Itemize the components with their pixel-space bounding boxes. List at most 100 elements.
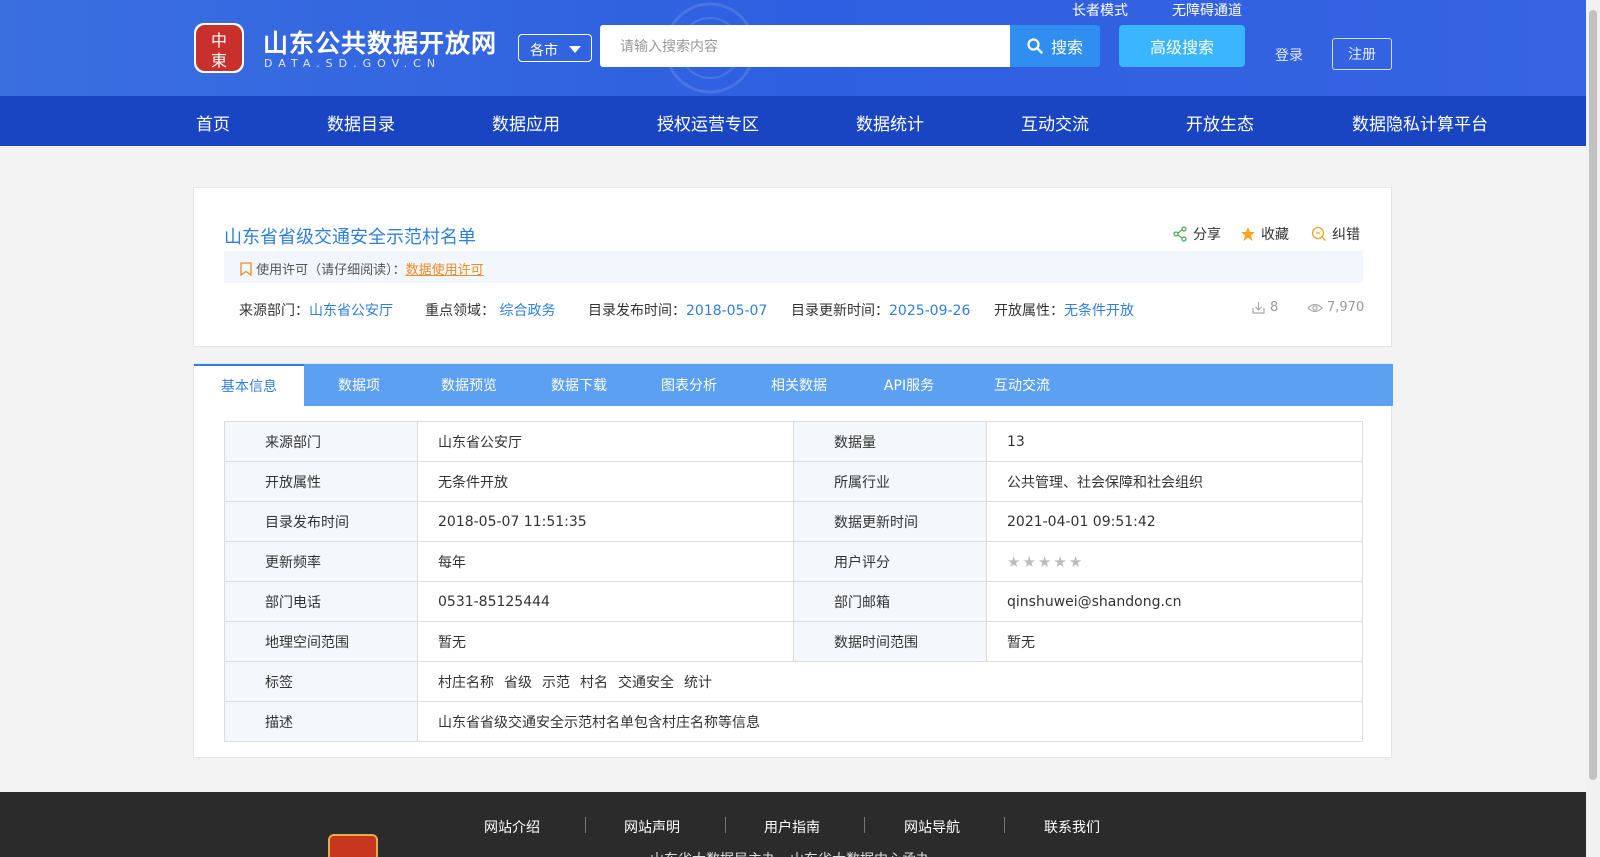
meta-publish-date: 目录发布时间：2018-05-07	[588, 303, 768, 319]
star-icon[interactable]: ★	[1053, 553, 1066, 571]
tab-interaction[interactable]: 互动交流	[964, 364, 1080, 406]
footer-link-statement[interactable]: 网站声明	[624, 817, 680, 837]
divider	[864, 817, 865, 833]
field-label: 用户评分	[793, 541, 987, 582]
svg-text:東: 東	[211, 51, 227, 70]
search-icon	[1027, 38, 1043, 54]
bookmark-icon	[240, 262, 252, 277]
scrollbar-thumb[interactable]	[1589, 10, 1597, 780]
favorite-button[interactable]: 收藏	[1240, 224, 1289, 244]
field-label: 数据时间范围	[793, 621, 987, 662]
table-row: 描述 山东省省级交通安全示范村名单包含村庄名称等信息	[224, 701, 1363, 742]
tab-data-preview[interactable]: 数据预览	[414, 364, 524, 406]
star-icon[interactable]: ★	[1007, 553, 1020, 571]
tag[interactable]: 统计	[684, 675, 712, 691]
field-label: 标签	[224, 661, 418, 702]
tag[interactable]: 示范	[542, 675, 570, 691]
tab-api-service[interactable]: API服务	[854, 364, 964, 406]
city-select-value: 各市	[530, 43, 558, 59]
dataset-title: 山东省省级交通安全示范村名单	[224, 227, 476, 248]
report-error-button[interactable]: 纠错	[1311, 224, 1360, 244]
footer-link-about[interactable]: 网站介绍	[484, 817, 540, 837]
login-link[interactable]: 登录	[1275, 45, 1303, 65]
tag[interactable]: 省级	[504, 675, 532, 691]
field-label: 开放属性	[224, 461, 418, 502]
view-count: 7,970	[1307, 300, 1364, 315]
share-icon	[1173, 226, 1187, 242]
meta-source-value[interactable]: 山东省公安厅	[309, 303, 393, 319]
tab-basic-info[interactable]: 基本信息	[194, 364, 304, 406]
nav-privacy-computing[interactable]: 数据隐私计算平台	[1352, 110, 1488, 135]
field-label: 描述	[224, 701, 418, 742]
field-label: 部门邮箱	[793, 581, 987, 622]
download-count: 8	[1251, 300, 1278, 315]
footer-link-guide[interactable]: 用户指南	[764, 817, 820, 837]
field-value: 暂无	[986, 621, 1363, 662]
site-domain: DATA.SD.GOV.CN	[264, 57, 442, 70]
accessibility-link[interactable]: 无障碍通道	[1172, 0, 1242, 20]
share-button[interactable]: 分享	[1172, 224, 1221, 244]
tab-data-items[interactable]: 数据项	[304, 364, 414, 406]
field-label: 部门电话	[224, 581, 418, 622]
tags-cell: 村庄名称 省级 示范 村名 交通安全 统计	[417, 661, 1363, 702]
search-button[interactable]: 搜索	[1010, 25, 1100, 67]
basic-info-table: 来源部门 山东省公安厅 数据量 13 开放属性 无条件开放 所属行业 公共管理、…	[224, 421, 1363, 742]
city-select[interactable]: 各市	[518, 34, 592, 62]
divider	[1004, 817, 1005, 833]
tab-related-data[interactable]: 相关数据	[744, 364, 854, 406]
rating-stars[interactable]: ★ ★ ★ ★ ★	[986, 541, 1363, 582]
advanced-search-button[interactable]: 高级搜索	[1119, 25, 1245, 67]
correction-icon	[1311, 226, 1327, 242]
eye-icon	[1307, 303, 1323, 312]
nav-catalog[interactable]: 数据目录	[327, 110, 395, 135]
field-label: 数据量	[793, 421, 987, 462]
footer-link-sitemap[interactable]: 网站导航	[904, 817, 960, 837]
nav-authorized-ops[interactable]: 授权运营专区	[657, 110, 759, 135]
scrollbar[interactable]	[1586, 0, 1600, 857]
table-row: 地理空间范围 暂无 数据时间范围 暂无	[224, 621, 1363, 662]
main-nav: 首页 数据目录 数据应用 授权运营专区 数据统计 互动交流 开放生态 数据隐私计…	[0, 96, 1586, 146]
view-count-value: 7,970	[1327, 300, 1365, 315]
table-row: 目录发布时间 2018-05-07 11:51:35 数据更新时间 2021-0…	[224, 501, 1363, 542]
detail-tabs: 基本信息 数据项 数据预览 数据下载 图表分析 相关数据 API服务 互动交流	[194, 364, 1393, 406]
star-icon[interactable]: ★	[1069, 553, 1082, 571]
license-link[interactable]: 数据使用许可	[406, 263, 484, 278]
star-icon[interactable]: ★	[1022, 553, 1035, 571]
site-title[interactable]: 山东公共数据开放网	[263, 24, 497, 60]
field-value: 公共管理、社会保障和社会组织	[986, 461, 1363, 502]
nav-interaction[interactable]: 互动交流	[1021, 110, 1089, 135]
footer-link-contact[interactable]: 联系我们	[1044, 817, 1100, 837]
field-value: 0531-85125444	[417, 581, 794, 622]
star-icon	[1241, 227, 1255, 241]
logo-seal-icon: 中 東	[194, 23, 244, 73]
tag[interactable]: 交通安全	[618, 675, 674, 691]
nav-home[interactable]: 首页	[196, 110, 230, 135]
field-value: 山东省公安厅	[417, 421, 794, 462]
license-label: 使用许可（请仔细阅读）：	[256, 263, 406, 278]
report-error-label: 纠错	[1332, 227, 1360, 243]
star-icon[interactable]: ★	[1038, 553, 1051, 571]
field-value: qinshuwei@shandong.cn	[986, 581, 1363, 622]
tag[interactable]: 村名	[580, 675, 608, 691]
field-label: 目录发布时间	[224, 501, 418, 542]
dataset-detail-card: 基本信息 数据项 数据预览 数据下载 图表分析 相关数据 API服务 互动交流 …	[193, 363, 1393, 758]
field-value: 每年	[417, 541, 794, 582]
field-label: 所属行业	[793, 461, 987, 502]
elder-mode-link[interactable]: 长者模式	[1072, 0, 1128, 20]
footer-emblem-icon	[328, 834, 378, 857]
register-button[interactable]: 注册	[1332, 38, 1392, 70]
nav-apps[interactable]: 数据应用	[492, 110, 560, 135]
table-row: 更新频率 每年 用户评分 ★ ★ ★ ★ ★	[224, 541, 1363, 582]
nav-statistics[interactable]: 数据统计	[856, 110, 924, 135]
tab-data-download[interactable]: 数据下载	[524, 364, 634, 406]
nav-ecosystem[interactable]: 开放生态	[1186, 110, 1254, 135]
meta-domain-value[interactable]: 综合政务	[499, 303, 555, 319]
tab-chart-analysis[interactable]: 图表分析	[634, 364, 744, 406]
table-row: 开放属性 无条件开放 所属行业 公共管理、社会保障和社会组织	[224, 461, 1363, 502]
meta-source: 来源部门：山东省公安厅	[239, 303, 393, 319]
license-bar: 使用许可（请仔细阅读）：数据使用许可	[224, 251, 1363, 283]
search-input[interactable]	[600, 25, 1011, 67]
tag[interactable]: 村庄名称	[438, 675, 494, 691]
caret-down-icon	[569, 46, 581, 53]
search-button-label: 搜索	[1050, 38, 1083, 57]
